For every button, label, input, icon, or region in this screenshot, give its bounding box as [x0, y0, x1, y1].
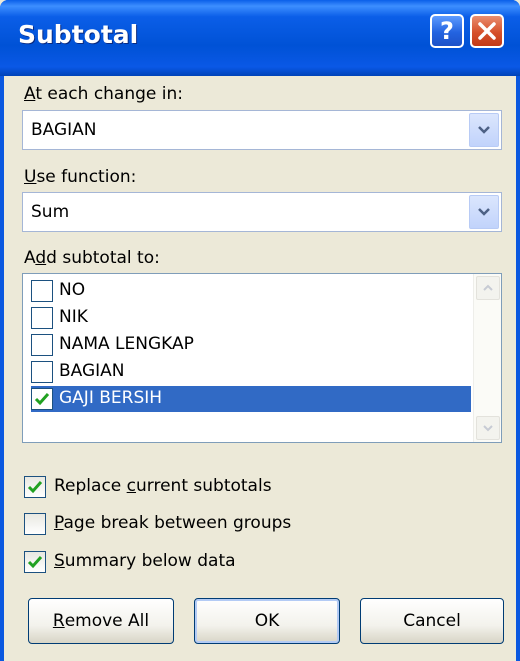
- cancel-button[interactable]: Cancel: [360, 598, 504, 644]
- use-function-value: Sum: [31, 202, 70, 222]
- list-item-no[interactable]: NO: [31, 278, 471, 304]
- replace-current-subtotals-checkbox[interactable]: [24, 476, 46, 498]
- ok-button[interactable]: OK: [194, 598, 340, 644]
- summary-below-data-label: Summary below data: [54, 551, 236, 571]
- replace-current-subtotals-label: Replace current subtotals: [54, 476, 272, 496]
- close-icon: [478, 22, 496, 40]
- list-item-label: GAJI BERSIH: [59, 388, 163, 408]
- list-item-nik[interactable]: NIK: [31, 305, 471, 331]
- use-function-dropdown-button[interactable]: [469, 195, 499, 229]
- at-each-change-dropdown-button[interactable]: [469, 113, 499, 147]
- help-button[interactable]: ?: [430, 14, 464, 48]
- summary-below-data-checkbox[interactable]: [24, 551, 46, 573]
- list-item-checkbox[interactable]: [31, 334, 53, 356]
- page-break-label: Page break between groups: [54, 513, 292, 533]
- chevron-down-icon: [483, 425, 493, 432]
- remove-all-button[interactable]: Remove All: [28, 598, 174, 644]
- at-each-change-combo[interactable]: BAGIAN: [22, 110, 502, 150]
- list-item-checkbox[interactable]: [31, 280, 53, 302]
- chevron-down-icon: [478, 126, 490, 134]
- add-subtotal-label: Add subtotal to:: [24, 248, 160, 268]
- dialog-body: At each change in: BAGIAN Use function: …: [4, 76, 516, 661]
- subtotal-dialog: Subtotal ? At each change in: BAGIAN Use…: [0, 0, 520, 661]
- add-subtotal-listbox[interactable]: NO NIK NAMA LENGKAP BAGIAN GAJI BERSIH: [22, 273, 502, 443]
- list-item-label: NIK: [59, 307, 88, 327]
- checkmark-icon: [34, 393, 50, 406]
- list-item-gaji-bersih[interactable]: GAJI BERSIH: [31, 386, 471, 412]
- checkmark-icon: [27, 556, 43, 569]
- list-item-nama-lengkap[interactable]: NAMA LENGKAP: [31, 332, 471, 358]
- list-item-label: NAMA LENGKAP: [59, 334, 194, 354]
- list-scrollbar[interactable]: [473, 274, 501, 442]
- page-break-checkbox[interactable]: [24, 513, 46, 535]
- chevron-up-icon: [483, 284, 493, 291]
- list-item-label: BAGIAN: [59, 361, 125, 381]
- dialog-title: Subtotal: [18, 20, 139, 49]
- scroll-up-button[interactable]: [476, 276, 500, 300]
- title-bar[interactable]: Subtotal ?: [0, 0, 520, 76]
- use-function-label: Use function:: [24, 167, 137, 187]
- question-mark-icon: ?: [440, 17, 454, 45]
- close-button[interactable]: [470, 14, 504, 48]
- use-function-combo[interactable]: Sum: [22, 192, 502, 232]
- scroll-down-button[interactable]: [476, 416, 500, 440]
- chevron-down-icon: [478, 208, 490, 216]
- list-item-bagian[interactable]: BAGIAN: [31, 359, 471, 385]
- list-item-checkbox[interactable]: [31, 307, 53, 329]
- checkmark-icon: [27, 481, 43, 494]
- at-each-change-value: BAGIAN: [31, 120, 97, 140]
- list-item-label: NO: [59, 280, 86, 300]
- list-item-checkbox[interactable]: [31, 388, 53, 410]
- at-each-change-label: At each change in:: [24, 84, 184, 104]
- list-item-checkbox[interactable]: [31, 361, 53, 383]
